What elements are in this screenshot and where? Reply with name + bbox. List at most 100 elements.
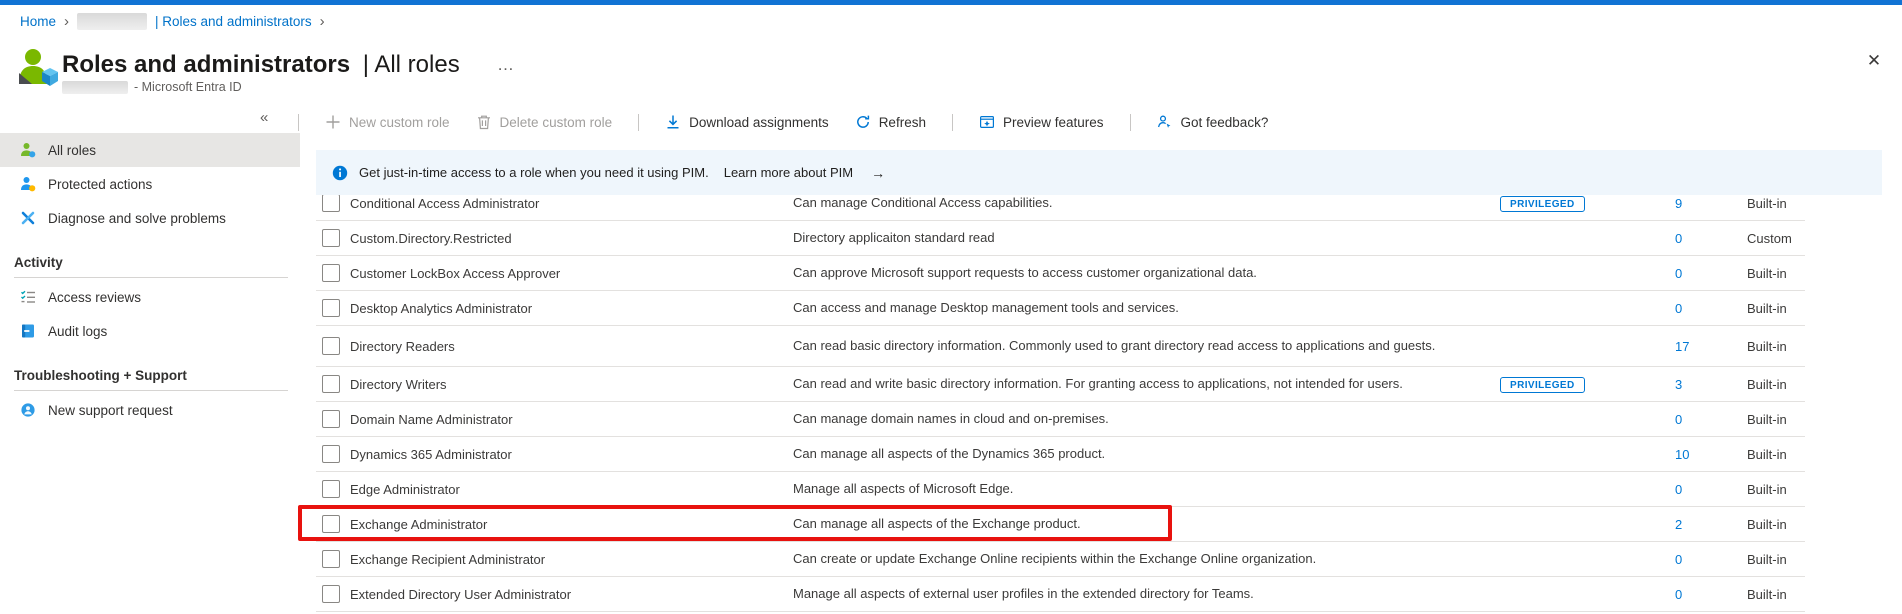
info-icon	[332, 165, 348, 181]
assignments-count-link[interactable]: 0	[1675, 266, 1747, 281]
row-checkbox[interactable]	[322, 337, 340, 355]
row-checkbox[interactable]	[322, 445, 340, 463]
assignments-count-link[interactable]: 9	[1675, 196, 1747, 211]
assignments-count-link[interactable]: 3	[1675, 377, 1747, 392]
role-type: Built-in	[1747, 552, 1805, 567]
assignments-count-link[interactable]: 10	[1675, 447, 1747, 462]
role-name[interactable]: Directory Readers	[350, 339, 793, 354]
role-name[interactable]: Exchange Recipient Administrator	[350, 552, 793, 567]
sidebar-section-troubleshooting-support: Troubleshooting + SupportNew support req…	[0, 360, 300, 427]
sidebar-item-new-support-request[interactable]: New support request	[0, 393, 300, 427]
toolbar-divider	[1130, 114, 1131, 131]
page-subtitle: - Microsoft Entra ID	[62, 80, 242, 94]
role-name[interactable]: Conditional Access Administrator	[350, 196, 793, 211]
assignments-count-link[interactable]: 0	[1675, 587, 1747, 602]
toolbar-divider	[638, 114, 639, 131]
command-bar: New custom role Delete custom role Downloa…	[298, 106, 1294, 138]
sidebar-item-audit-logs[interactable]: Audit logs	[0, 314, 300, 348]
more-options-icon[interactable]: …	[497, 55, 516, 75]
table-row-exchange-administrator[interactable]: Exchange AdministratorCan manage all asp…	[316, 507, 1805, 542]
sidebar-item-diagnose-and-solve-problems[interactable]: Diagnose and solve problems	[0, 201, 300, 235]
role-type: Built-in	[1747, 447, 1805, 462]
toolbar-button-refresh[interactable]: Refresh	[855, 114, 926, 130]
sidebar-item-access-reviews[interactable]: Access reviews	[0, 280, 300, 314]
page-title-main: Roles and administrators	[62, 51, 350, 78]
role-description: Can approve Microsoft support requests t…	[793, 265, 1448, 282]
table-row-custom-directory-restricted[interactable]: Custom.Directory.RestrictedDirectory app…	[316, 221, 1805, 256]
role-type: Built-in	[1747, 377, 1805, 392]
pim-learn-more-link[interactable]: Learn more about PIM	[724, 165, 853, 180]
role-name[interactable]: Exchange Administrator	[350, 517, 793, 532]
toolbar-button-label: New custom role	[349, 115, 450, 130]
toolbar-button-download-assignments[interactable]: Download assignments	[665, 114, 829, 130]
table-row-directory-readers[interactable]: Directory ReadersCan read basic director…	[316, 326, 1805, 367]
role-description: Can access and manage Desktop management…	[793, 300, 1448, 317]
table-row-dynamics-365-administrator[interactable]: Dynamics 365 AdministratorCan manage all…	[316, 437, 1805, 472]
sidebar-item-all-roles[interactable]: All roles	[0, 133, 300, 167]
role-name[interactable]: Custom.Directory.Restricted	[350, 231, 793, 246]
role-name[interactable]: Domain Name Administrator	[350, 412, 793, 427]
role-name[interactable]: Dynamics 365 Administrator	[350, 447, 793, 462]
arrow-right-icon[interactable]: →	[871, 165, 885, 181]
azure-portal-window: Home › | Roles and administrators › Role…	[0, 0, 1902, 614]
role-name[interactable]: Desktop Analytics Administrator	[350, 301, 793, 316]
row-checkbox[interactable]	[322, 299, 340, 317]
roles-and-administrators-icon	[16, 48, 60, 90]
row-checkbox[interactable]	[322, 480, 340, 498]
assignments-count-link[interactable]: 17	[1675, 339, 1747, 354]
sidebar-nav: All roles Protected actions Diagnose and s…	[0, 133, 300, 427]
role-name[interactable]: Customer LockBox Access Approver	[350, 266, 793, 281]
role-type: Built-in	[1747, 266, 1805, 281]
assignments-count-link[interactable]: 0	[1675, 482, 1747, 497]
page-title-view: | All roles	[363, 51, 460, 78]
close-icon[interactable]: ✕	[1862, 49, 1886, 73]
row-checkbox[interactable]	[322, 410, 340, 428]
table-row-desktop-analytics-administrator[interactable]: Desktop Analytics AdministratorCan acces…	[316, 291, 1805, 326]
section-divider	[14, 277, 288, 278]
row-checkbox[interactable]	[322, 375, 340, 393]
sidebar-item-label: Protected actions	[48, 177, 152, 192]
toolbar-button-got-feedback[interactable]: Got feedback?	[1157, 114, 1269, 130]
table-row-exchange-recipient-administrator[interactable]: Exchange Recipient AdministratorCan crea…	[316, 542, 1805, 577]
roles-table: Conditional Access AdministratorCan mana…	[316, 186, 1805, 612]
assignments-count-link[interactable]: 0	[1675, 412, 1747, 427]
assignments-count-link[interactable]: 2	[1675, 517, 1747, 532]
role-description: Can read and write basic directory infor…	[793, 376, 1448, 393]
role-type: Built-in	[1747, 482, 1805, 497]
toolbar-button-label: Delete custom role	[500, 115, 613, 130]
redacted-tenant-name	[77, 13, 147, 30]
role-name[interactable]: Edge Administrator	[350, 482, 793, 497]
toolbar-button-label: Download assignments	[689, 115, 829, 130]
table-row-directory-writers[interactable]: Directory WritersCan read and write basi…	[316, 367, 1805, 402]
breadcrumb-roles-link[interactable]: | Roles and administrators	[155, 14, 312, 29]
support-icon	[20, 402, 36, 418]
row-checkbox[interactable]	[322, 194, 340, 212]
privileged-badge-cell: PRIVILEGED	[1500, 376, 1675, 393]
row-checkbox[interactable]	[322, 515, 340, 533]
row-checkbox[interactable]	[322, 550, 340, 568]
table-row-edge-administrator[interactable]: Edge AdministratorManage all aspects of …	[316, 472, 1805, 507]
page-title: Roles and administrators | All roles	[62, 51, 460, 79]
role-name[interactable]: Directory Writers	[350, 377, 793, 392]
role-description: Directory applicaiton standard read	[793, 230, 1448, 247]
sidebar-item-protected-actions[interactable]: Protected actions	[0, 167, 300, 201]
pim-info-banner: Get just-in-time access to a role when y…	[316, 150, 1882, 195]
row-checkbox[interactable]	[322, 585, 340, 603]
breadcrumb-home-link[interactable]: Home	[20, 14, 56, 29]
toolbar-button-preview-features[interactable]: Preview features	[979, 114, 1104, 130]
row-checkbox[interactable]	[322, 229, 340, 247]
role-description: Can read basic directory information. Co…	[793, 338, 1448, 355]
sidebar-collapse-button[interactable]: «	[260, 109, 268, 126]
row-checkbox[interactable]	[322, 264, 340, 282]
assignments-count-link[interactable]: 0	[1675, 301, 1747, 316]
plus-icon	[325, 114, 341, 130]
assignments-count-link[interactable]: 0	[1675, 552, 1747, 567]
section-divider	[14, 390, 288, 391]
table-row-domain-name-administrator[interactable]: Domain Name AdministratorCan manage doma…	[316, 402, 1805, 437]
role-name[interactable]: Extended Directory User Administrator	[350, 587, 793, 602]
assignments-count-link[interactable]: 0	[1675, 231, 1747, 246]
table-row-customer-lockbox-access-approver[interactable]: Customer LockBox Access ApproverCan appr…	[316, 256, 1805, 291]
sidebar-item-label: All roles	[48, 143, 96, 158]
sidebar-item-label: Access reviews	[48, 290, 141, 305]
table-row-extended-directory-user-administrator[interactable]: Extended Directory User AdministratorMan…	[316, 577, 1805, 612]
